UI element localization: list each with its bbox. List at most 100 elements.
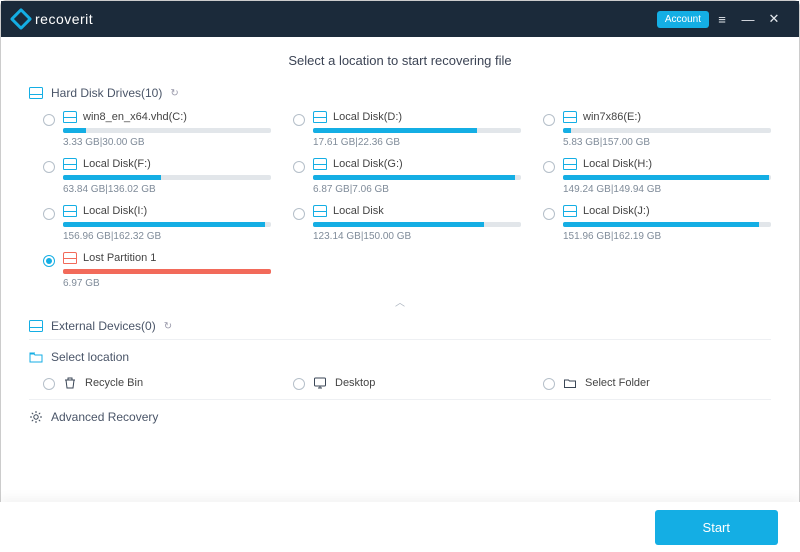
drive-name: Lost Partition 1	[83, 252, 156, 264]
account-button[interactable]: Account	[657, 11, 709, 28]
start-button[interactable]: Start	[655, 510, 778, 545]
drive-name: win8_en_x64.vhd(C:)	[83, 111, 187, 123]
drive-name: Local Disk(F:)	[83, 158, 151, 170]
drive-grid: win8_en_x64.vhd(C:) 3.33 GB|30.00 GB Local…	[29, 104, 771, 292]
drive-size: 3.33 GB|30.00 GB	[63, 137, 271, 148]
disk-icon	[563, 205, 577, 217]
section-label: External Devices(0)	[51, 319, 156, 333]
section-external-devices: External Devices(0) ↻	[29, 315, 771, 337]
drive-item[interactable]: Lost Partition 1 6.97 GB	[43, 249, 271, 292]
drive-body: Local Disk(J:) 151.96 GB|162.19 GB	[563, 205, 771, 242]
lost-partition-icon	[63, 252, 77, 264]
location-radio[interactable]	[543, 378, 555, 390]
drive-radio[interactable]	[543, 114, 555, 126]
drive-item[interactable]: Local Disk(D:) 17.61 GB|22.36 GB	[293, 108, 521, 151]
disk-icon	[563, 111, 577, 123]
drive-radio[interactable]	[543, 161, 555, 173]
section-label: Advanced Recovery	[51, 410, 158, 424]
usage-bar	[313, 175, 521, 180]
drive-item[interactable]: Local Disk(H:) 149.24 GB|149.94 GB	[543, 155, 771, 198]
drive-radio[interactable]	[543, 208, 555, 220]
location-name: Recycle Bin	[85, 377, 143, 389]
location-radio[interactable]	[293, 378, 305, 390]
section-label: Select location	[51, 350, 129, 364]
main-content: Select a location to start recovering fi…	[1, 37, 799, 501]
location-name: Select Folder	[585, 377, 650, 389]
disk-icon	[63, 158, 77, 170]
brand-text: recoverit	[35, 11, 93, 27]
drive-size: 6.97 GB	[63, 278, 271, 289]
location-item[interactable]: Recycle Bin	[43, 372, 271, 393]
drive-item[interactable]: Local Disk(F:)63.84 GB|136.02 GB	[43, 155, 271, 198]
drive-name: Local Disk(I:)	[83, 205, 147, 217]
drive-item[interactable]: Local Disk(J:) 151.96 GB|162.19 GB	[543, 202, 771, 245]
usage-bar	[63, 128, 271, 133]
drive-size: 151.96 GB|162.19 GB	[563, 231, 771, 242]
gear-icon	[29, 410, 43, 424]
section-advanced-recovery[interactable]: Advanced Recovery	[29, 406, 771, 428]
location-item[interactable]: Select Folder	[543, 372, 771, 393]
disk-icon	[313, 205, 327, 217]
disk-icon	[313, 111, 327, 123]
titlebar: recoverit Account ≡ — ✕	[1, 1, 799, 37]
drive-radio[interactable]	[43, 255, 55, 267]
usage-bar	[563, 128, 771, 133]
drive-name: Local Disk(H:)	[583, 158, 652, 170]
drive-name: win7x86(E:)	[583, 111, 641, 123]
drive-body: Local Disk(G:)6.87 GB|7.06 GB	[313, 158, 521, 195]
usage-bar	[313, 128, 521, 133]
location-radio[interactable]	[43, 378, 55, 390]
drive-radio[interactable]	[43, 208, 55, 220]
minimize-icon[interactable]: —	[735, 6, 761, 32]
drive-size: 123.14 GB|150.00 GB	[313, 231, 521, 242]
drive-item[interactable]: win8_en_x64.vhd(C:) 3.33 GB|30.00 GB	[43, 108, 271, 151]
drive-item[interactable]: Local Disk 123.14 GB|150.00 GB	[293, 202, 521, 245]
drive-item[interactable]: Local Disk(G:)6.87 GB|7.06 GB	[293, 155, 521, 198]
drive-body: Local Disk(F:)63.84 GB|136.02 GB	[63, 158, 271, 195]
usage-bar	[563, 222, 771, 227]
collapse-icon[interactable]: ︿	[29, 292, 771, 315]
refresh-icon[interactable]: ↻	[164, 321, 172, 332]
brand-logo-icon	[10, 8, 33, 31]
drive-radio[interactable]	[43, 161, 55, 173]
refresh-icon[interactable]: ↻	[170, 88, 178, 99]
drive-body: Local Disk(I:) 156.96 GB|162.32 GB	[63, 205, 271, 242]
usage-bar	[63, 269, 271, 274]
drive-item[interactable]: win7x86(E:)5.83 GB|157.00 GB	[543, 108, 771, 151]
drive-body: Local Disk(D:) 17.61 GB|22.36 GB	[313, 111, 521, 148]
folder-icon	[563, 376, 577, 390]
drive-size: 156.96 GB|162.32 GB	[63, 231, 271, 242]
usage-bar	[313, 222, 521, 227]
page-title: Select a location to start recovering fi…	[29, 53, 771, 68]
location-name: Desktop	[335, 377, 375, 389]
drive-body: Local Disk 123.14 GB|150.00 GB	[313, 205, 521, 242]
usage-bar	[63, 175, 271, 180]
disk-icon	[63, 111, 77, 123]
drive-radio[interactable]	[293, 114, 305, 126]
hard-disk-icon	[29, 87, 43, 99]
drive-body: win7x86(E:)5.83 GB|157.00 GB	[563, 111, 771, 148]
recycle-bin-icon	[63, 376, 77, 390]
drive-size: 149.24 GB|149.94 GB	[563, 184, 771, 195]
location-item[interactable]: Desktop	[293, 372, 521, 393]
drive-size: 17.61 GB|22.36 GB	[313, 137, 521, 148]
drive-body: Lost Partition 1 6.97 GB	[63, 252, 271, 289]
location-grid: Recycle Bin Desktop Select Folder	[29, 368, 771, 397]
desktop-icon	[313, 376, 327, 390]
drive-name: Local Disk(D:)	[333, 111, 402, 123]
section-select-location: Select location	[29, 346, 771, 368]
brand: recoverit	[13, 11, 93, 27]
menu-icon[interactable]: ≡	[709, 6, 735, 32]
drive-size: 6.87 GB|7.06 GB	[313, 184, 521, 195]
section-hard-disk-drives: Hard Disk Drives(10) ↻	[29, 82, 771, 104]
drive-item[interactable]: Local Disk(I:) 156.96 GB|162.32 GB	[43, 202, 271, 245]
drive-radio[interactable]	[293, 208, 305, 220]
disk-icon	[63, 205, 77, 217]
drive-name: Local Disk(J:)	[583, 205, 650, 217]
external-device-icon	[29, 320, 43, 332]
drive-body: Local Disk(H:) 149.24 GB|149.94 GB	[563, 158, 771, 195]
close-icon[interactable]: ✕	[761, 6, 787, 32]
drive-radio[interactable]	[293, 161, 305, 173]
drive-radio[interactable]	[43, 114, 55, 126]
drive-name: Local Disk	[333, 205, 384, 217]
